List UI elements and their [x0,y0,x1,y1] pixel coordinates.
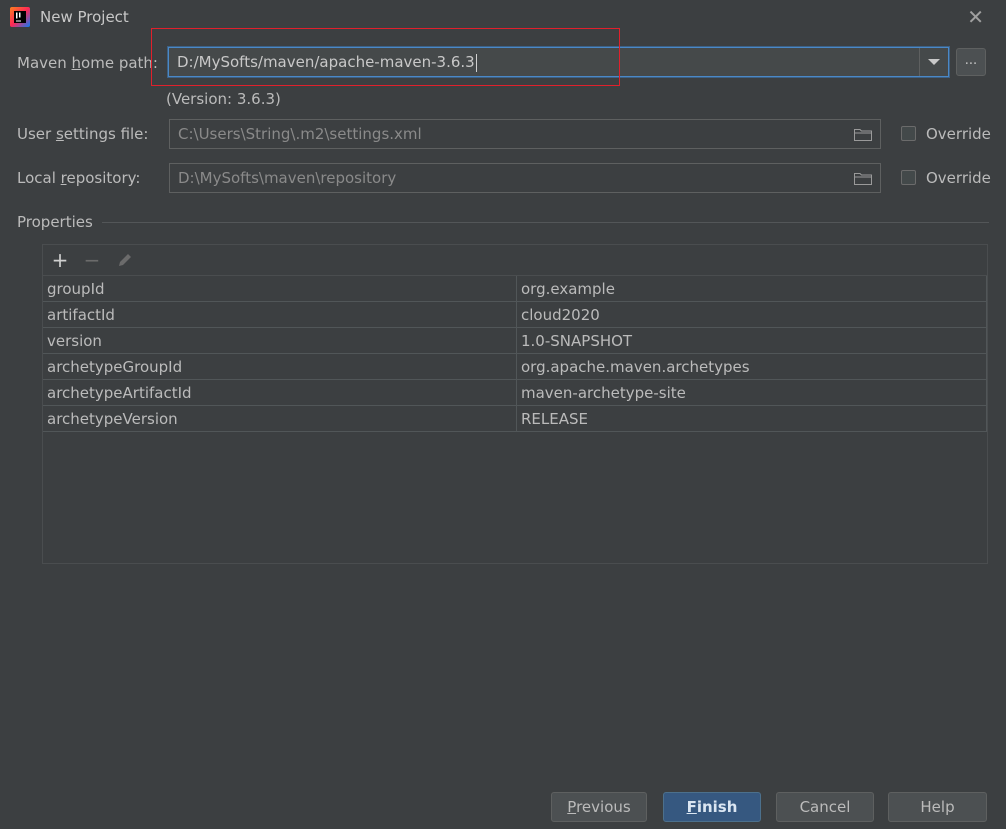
maven-home-label: Maven home path: [17,54,158,72]
property-key[interactable]: groupId [43,276,517,302]
browse-button[interactable]: ... [956,48,986,76]
property-value[interactable]: maven-archetype-site [516,379,987,406]
maven-version-text: (Version: 3.6.3) [166,90,281,108]
user-settings-override-label[interactable]: Override [926,125,991,143]
user-settings-label: User settings file: [17,125,149,143]
maven-home-combobox[interactable]: D:/MySofts/maven/apache-maven-3.6.3 [168,47,949,77]
table-row[interactable]: groupId org.example [43,276,987,302]
properties-table: groupId org.example artifactId cloud2020 ver… [43,276,987,432]
local-repository-override-label[interactable]: Override [926,169,991,187]
close-icon[interactable]: ✕ [967,7,984,27]
property-key[interactable]: archetypeArtifactId [43,379,517,406]
property-value[interactable]: cloud2020 [516,301,987,328]
table-row[interactable]: archetypeVersion RELEASE [43,405,987,432]
property-key[interactable]: version [43,327,517,354]
local-repository-value: D:\MySofts\maven\repository [178,169,397,187]
remove-icon[interactable]: − [81,248,103,272]
previous-button[interactable]: Previous [551,792,647,822]
table-row[interactable]: artifactId cloud2020 [43,301,987,328]
window-title: New Project [40,8,129,26]
property-value[interactable]: org.apache.maven.archetypes [516,353,987,380]
maven-home-input[interactable]: D:/MySofts/maven/apache-maven-3.6.3 [177,53,477,72]
intellij-app-icon [10,7,30,27]
user-settings-field[interactable]: C:\Users\String\.m2\settings.xml [169,119,881,149]
edit-icon[interactable] [114,249,136,271]
property-key[interactable]: artifactId [43,301,517,328]
property-key[interactable]: archetypeVersion [43,405,517,432]
help-button[interactable]: Help [888,792,987,822]
table-row[interactable]: version 1.0-SNAPSHOT [43,327,987,354]
properties-separator [102,222,989,223]
folder-icon[interactable] [854,128,872,141]
user-settings-value: C:\Users\String\.m2\settings.xml [178,125,422,143]
property-value[interactable]: 1.0-SNAPSHOT [516,327,987,354]
properties-toolbar: + − [43,245,987,276]
property-value[interactable]: org.example [516,276,987,302]
local-repository-field[interactable]: D:\MySofts\maven\repository [169,163,881,193]
property-value[interactable]: RELEASE [516,405,987,432]
text-caret [475,53,477,72]
add-icon[interactable]: + [49,248,71,272]
cancel-button[interactable]: Cancel [776,792,874,822]
finish-button[interactable]: Finish [663,792,761,822]
local-repository-label: Local repository: [17,169,141,187]
title-bar: New Project ✕ [0,0,1006,34]
local-repository-override-checkbox[interactable] [901,170,916,185]
table-row[interactable]: archetypeArtifactId maven-archetype-site [43,379,987,406]
property-key[interactable]: archetypeGroupId [43,353,517,380]
properties-panel: + − groupId org.example artifactId cloud202… [42,244,988,564]
properties-title: Properties [17,213,93,231]
folder-icon[interactable] [854,172,872,185]
dropdown-arrow-icon[interactable] [919,48,948,76]
user-settings-override-checkbox[interactable] [901,126,916,141]
table-row[interactable]: archetypeGroupId org.apache.maven.archety… [43,353,987,380]
